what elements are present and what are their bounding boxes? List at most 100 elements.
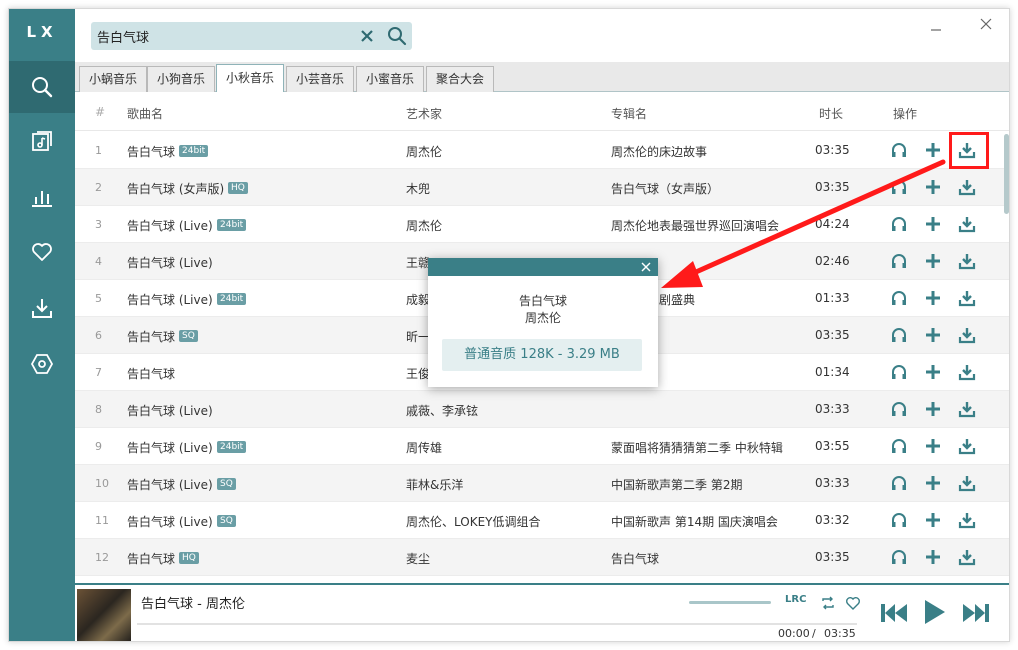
listen-icon[interactable] bbox=[890, 363, 908, 381]
listen-icon[interactable] bbox=[890, 548, 908, 566]
tab-source-2[interactable]: 小狗音乐 bbox=[147, 66, 215, 92]
favorite-icon[interactable] bbox=[845, 595, 861, 611]
scrollbar[interactable] bbox=[1004, 134, 1009, 214]
table-row[interactable]: 10 告白气球 (Live) SQ 菲林&乐洋 中国新歌声第二季 第2期 03:33 bbox=[75, 465, 1009, 502]
sidebar-item-downloads[interactable] bbox=[9, 282, 75, 334]
table-row[interactable]: 8 告白气球 (Live) 戚薇、李承铉 03:33 bbox=[75, 391, 1009, 428]
add-icon[interactable] bbox=[924, 215, 942, 233]
listen-icon[interactable] bbox=[890, 215, 908, 233]
listen-icon[interactable] bbox=[890, 437, 908, 455]
sidebar-item-charts[interactable] bbox=[9, 171, 75, 223]
lyrics-icon[interactable]: LRC bbox=[785, 594, 806, 605]
sidebar-item-favorites[interactable] bbox=[9, 226, 75, 278]
song-artist: 周杰伦 bbox=[406, 145, 443, 159]
add-icon[interactable] bbox=[924, 141, 942, 159]
listen-icon[interactable] bbox=[890, 400, 908, 418]
table-row[interactable]: 3 告白气球 (Live) 24bit 周杰伦 周杰伦地表最强世界巡回演唱会 04:24 bbox=[75, 206, 1009, 243]
col-album: 专辑名 bbox=[611, 107, 648, 121]
close-window-icon[interactable] bbox=[979, 17, 993, 31]
col-title: 歌曲名 bbox=[127, 107, 164, 121]
download-song-icon[interactable] bbox=[958, 474, 976, 492]
song-duration: 03:33 bbox=[815, 476, 850, 490]
add-icon[interactable] bbox=[924, 178, 942, 196]
song-album: 中国新歌声第二季 第2期 bbox=[611, 478, 743, 492]
tab-source-3[interactable]: 小秋音乐 bbox=[216, 64, 284, 92]
download-song-icon[interactable] bbox=[958, 400, 976, 418]
add-icon[interactable] bbox=[924, 437, 942, 455]
add-icon[interactable] bbox=[924, 326, 942, 344]
play-icon[interactable] bbox=[921, 597, 947, 627]
next-icon[interactable] bbox=[961, 601, 991, 625]
listen-icon[interactable] bbox=[890, 474, 908, 492]
song-title: 告白气球 bbox=[127, 552, 176, 566]
listen-icon[interactable] bbox=[890, 141, 908, 159]
search-input[interactable] bbox=[97, 26, 357, 46]
listen-icon[interactable] bbox=[890, 178, 908, 196]
download-song-icon[interactable] bbox=[958, 178, 976, 196]
table-row[interactable]: 1 告白气球 24bit 周杰伦 周杰伦的床边故事 03:35 bbox=[75, 132, 1009, 169]
tab-source-4[interactable]: 小芸音乐 bbox=[286, 66, 354, 92]
download-song-icon[interactable] bbox=[958, 548, 976, 566]
download-song-icon[interactable] bbox=[958, 363, 976, 381]
add-icon[interactable] bbox=[924, 474, 942, 492]
time-total: 03:35 bbox=[824, 627, 856, 640]
song-duration: 03:35 bbox=[815, 328, 850, 342]
time-separator: / bbox=[812, 627, 816, 640]
song-artist: 王俊 bbox=[406, 367, 431, 381]
add-icon[interactable] bbox=[924, 252, 942, 270]
song-artist: 成毅 bbox=[406, 293, 431, 307]
download-song-icon[interactable] bbox=[958, 289, 976, 307]
tab-source-5[interactable]: 小蜜音乐 bbox=[356, 66, 424, 92]
download-song-icon[interactable] bbox=[958, 252, 976, 270]
song-duration: 03:32 bbox=[815, 513, 850, 527]
download-song-icon[interactable] bbox=[958, 437, 976, 455]
download-song-icon[interactable] bbox=[958, 326, 976, 344]
listen-icon[interactable] bbox=[890, 511, 908, 529]
download-song-icon[interactable] bbox=[958, 215, 976, 233]
quality-option-button[interactable]: 普通音质 128K - 3.29 MB bbox=[442, 339, 642, 371]
dialog-close-icon[interactable] bbox=[640, 261, 652, 273]
table-row[interactable]: 11 告白气球 (Live) SQ 周杰伦、LOKEY低调组合 中国新歌声 第14期 国… bbox=[75, 502, 1009, 539]
quality-badge: 24bit bbox=[217, 219, 247, 231]
tab-source-6[interactable]: 聚合大会 bbox=[426, 66, 494, 92]
table-row[interactable]: 9 告白气球 (Live) 24bit 周传雄 蒙面唱将猜猜猜第二季 中秋特辑 03:55 bbox=[75, 428, 1009, 465]
add-icon[interactable] bbox=[924, 363, 942, 381]
dialog-song-artist: 周杰伦 bbox=[524, 311, 561, 325]
listen-icon[interactable] bbox=[890, 289, 908, 307]
sidebar: LX bbox=[9, 9, 75, 641]
song-album: 告白气球 bbox=[611, 552, 660, 566]
previous-icon[interactable] bbox=[879, 601, 909, 625]
song-duration: 02:46 bbox=[815, 254, 850, 268]
repeat-icon[interactable] bbox=[820, 595, 836, 611]
sidebar-item-playlist[interactable] bbox=[9, 115, 75, 167]
search-button-icon[interactable] bbox=[387, 26, 407, 46]
progress-bar[interactable] bbox=[137, 623, 857, 625]
add-icon[interactable] bbox=[924, 400, 942, 418]
song-duration: 03:35 bbox=[815, 180, 850, 194]
song-title: 告白气球 (Live) bbox=[127, 404, 213, 418]
song-artist: 昕一 bbox=[406, 330, 431, 344]
add-icon[interactable] bbox=[924, 548, 942, 566]
song-duration: 03:33 bbox=[815, 402, 850, 416]
listen-icon[interactable] bbox=[890, 326, 908, 344]
clear-search-icon[interactable] bbox=[359, 28, 375, 44]
song-title: 告白气球 (Live) bbox=[127, 441, 213, 455]
add-icon[interactable] bbox=[924, 289, 942, 307]
minimize-icon[interactable] bbox=[929, 23, 943, 37]
table-row[interactable]: 12 告白气球 HQ 麦尘 告白气球 03:35 bbox=[75, 539, 1009, 576]
song-title: 告白气球 (Live) bbox=[127, 219, 213, 233]
sidebar-item-settings[interactable] bbox=[9, 338, 75, 390]
search-bar bbox=[91, 22, 412, 50]
quality-badge: SQ bbox=[179, 330, 198, 342]
row-number: 5 bbox=[95, 292, 102, 305]
quality-badge: HQ bbox=[179, 552, 199, 564]
tab-source-1[interactable]: 小蜗音乐 bbox=[79, 66, 147, 92]
quality-badge: HQ bbox=[228, 182, 248, 194]
sidebar-item-search[interactable] bbox=[9, 61, 75, 113]
volume-slider[interactable] bbox=[689, 601, 771, 604]
table-row[interactable]: 2 告白气球 (女声版) HQ 木兜 告白气球（女声版） 03:35 bbox=[75, 169, 1009, 206]
add-icon[interactable] bbox=[924, 511, 942, 529]
listen-icon[interactable] bbox=[890, 252, 908, 270]
download-song-icon[interactable] bbox=[958, 511, 976, 529]
album-cover[interactable] bbox=[77, 589, 131, 641]
